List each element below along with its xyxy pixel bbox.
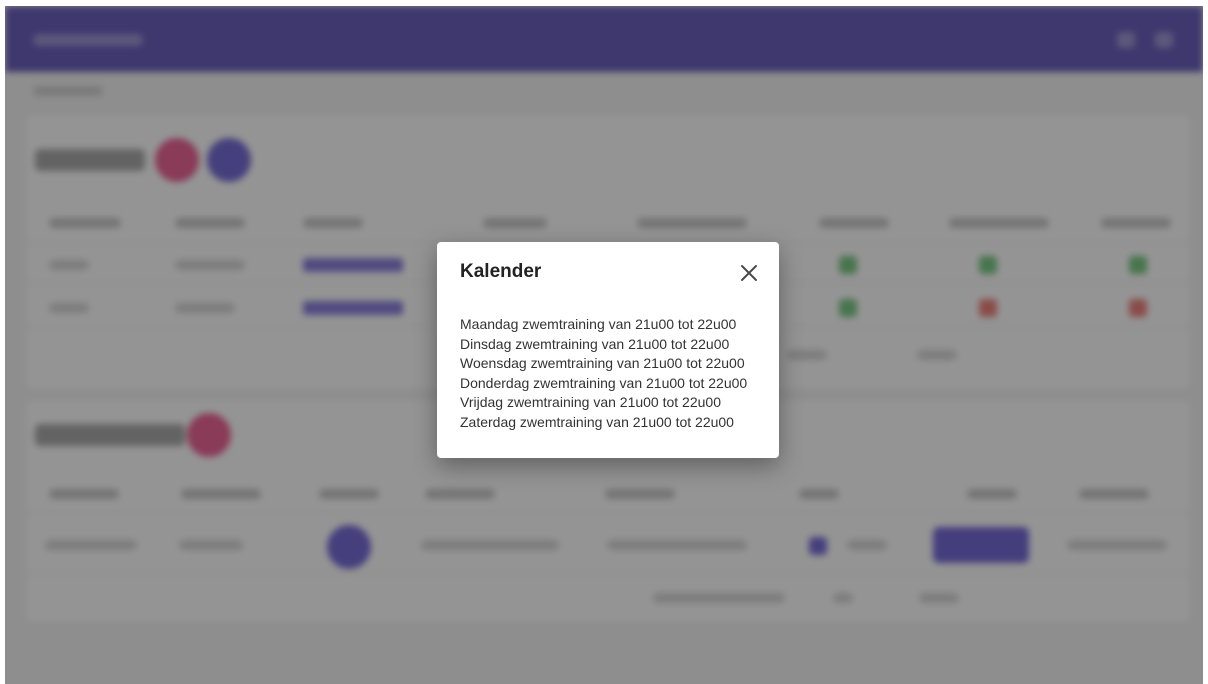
schedule-line: Woensdag zwemtraining van 21u00 tot 22u0… [460, 355, 745, 371]
schedule-line: Dinsdag zwemtraining van 21u00 tot 22u00 [460, 335, 730, 352]
calendar-dialog: Kalender Maandag zwemtraining van 21u00 … [437, 242, 779, 458]
dialog-title: Kalender [460, 261, 542, 282]
schedule-line: Vrijdag zwemtraining van 21u00 tot 22u00 [460, 394, 721, 410]
schedule-line: Maandag zwemtraining van 21u00 tot 22u00 [460, 316, 737, 332]
app-window: Kalender Maandag zwemtraining van 21u00 … [5, 6, 1203, 684]
close-button[interactable] [737, 261, 761, 285]
close-icon [741, 265, 757, 281]
dialog-content: Maandag zwemtraining van 21u00 tot 22u00… [460, 315, 770, 432]
schedule-line: Donderdag zwemtraining van 21u00 tot 22u… [460, 374, 748, 391]
schedule-line: Zaterdag zwemtraining van 21u00 tot 22u0… [460, 413, 734, 430]
